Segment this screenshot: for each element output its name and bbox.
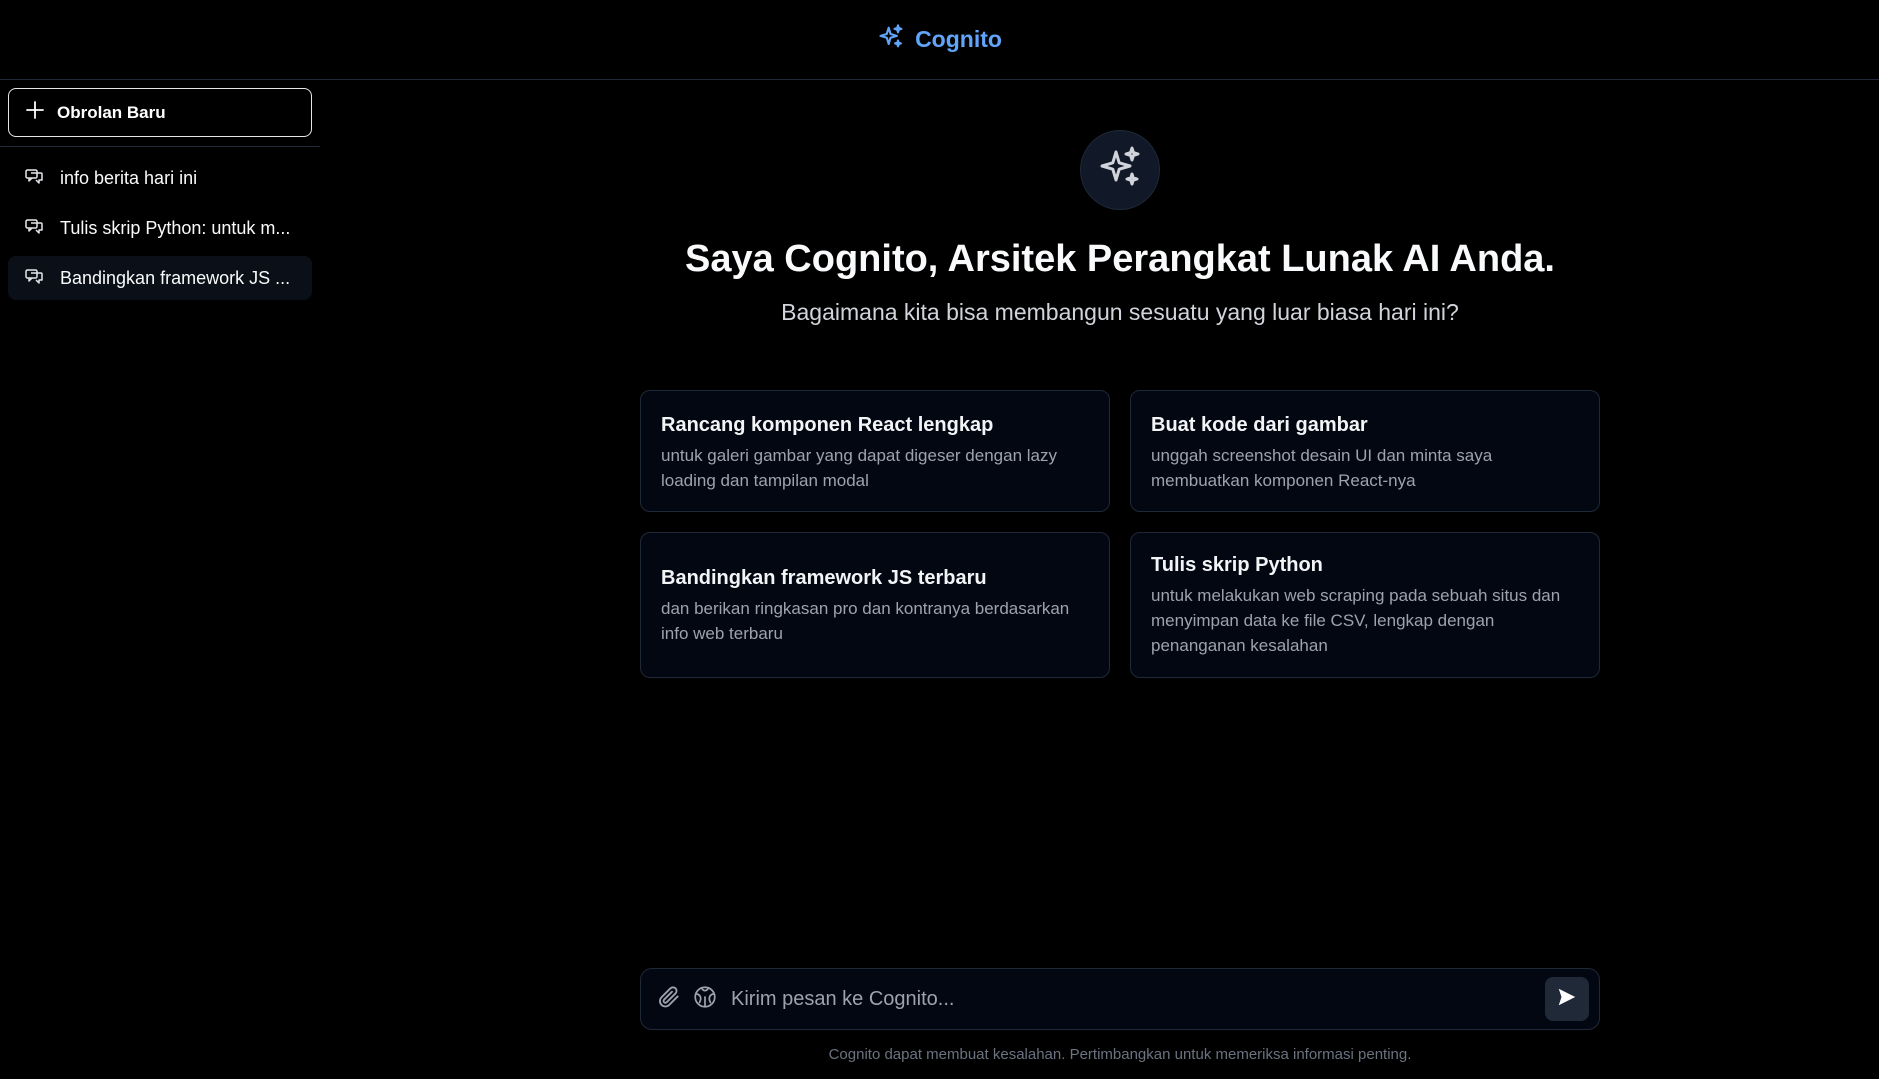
brand: Cognito — [877, 23, 1002, 56]
history-item-label: Bandingkan framework JS ... — [60, 267, 291, 288]
history-item-label: info berita hari ini — [60, 167, 198, 188]
new-chat-button[interactable]: Obrolan Baru — [8, 88, 312, 137]
suggestion-description: dan berikan ringkasan pro dan kontranya … — [661, 599, 1070, 643]
chat-bubbles-icon — [24, 266, 44, 291]
paperclip-icon — [656, 984, 682, 1015]
chat-bubbles-icon — [24, 216, 44, 241]
suggestion-card[interactable]: Buat kode dari gambar unggah screenshot … — [1130, 390, 1600, 512]
sidebar: Obrolan Baru info berita hari ini Tulis … — [0, 80, 320, 1079]
suggestion-description: unggah screenshot desain UI dan minta sa… — [1151, 446, 1493, 490]
message-composer — [640, 968, 1600, 1030]
sparkles-icon — [877, 23, 905, 56]
brand-name: Cognito — [915, 26, 1002, 52]
plus-icon — [25, 100, 45, 125]
suggestion-card[interactable]: Rancang komponen React lengkap untuk gal… — [640, 390, 1110, 512]
attach-button[interactable] — [651, 981, 687, 1017]
suggestion-card[interactable]: Tulis skrip Python untuk melakukan web s… — [1130, 532, 1600, 678]
suggestion-title: Tulis skrip Python — [1151, 554, 1323, 576]
suggestion-description: untuk melakukan web scraping pada sebuah… — [1151, 586, 1561, 655]
hero-avatar — [1080, 130, 1160, 210]
page-title: Saya Cognito, Arsitek Perangkat Lunak AI… — [685, 238, 1555, 280]
suggestion-description: untuk galeri gambar yang dapat digeser d… — [661, 446, 1057, 490]
new-chat-label: Obrolan Baru — [57, 102, 166, 122]
web-search-toggle[interactable] — [687, 981, 723, 1017]
page-subtitle: Bagaimana kita bisa membangun sesuatu ya… — [781, 299, 1459, 325]
chat-history-list: info berita hari ini Tulis skrip Python:… — [8, 156, 312, 306]
suggestion-title: Buat kode dari gambar — [1151, 414, 1368, 436]
message-input[interactable] — [729, 979, 1545, 1019]
chat-bubbles-icon — [24, 166, 44, 191]
suggestion-title: Bandingkan framework JS terbaru — [661, 567, 987, 589]
send-icon — [1556, 986, 1578, 1013]
suggestion-card[interactable]: Bandingkan framework JS terbaru dan beri… — [640, 532, 1110, 678]
history-item-label: Tulis skrip Python: untuk m... — [60, 217, 291, 238]
globe-icon — [692, 984, 718, 1015]
history-item-active[interactable]: Bandingkan framework JS ... — [8, 256, 312, 300]
history-item[interactable]: info berita hari ini — [8, 156, 312, 200]
suggestion-title: Rancang komponen React lengkap — [661, 414, 994, 436]
top-bar: Cognito — [0, 0, 1879, 80]
history-item[interactable]: Tulis skrip Python: untuk m... — [8, 206, 312, 250]
sparkles-icon — [1096, 144, 1144, 197]
disclaimer-text: Cognito dapat membuat kesalahan. Pertimb… — [828, 1046, 1412, 1063]
send-button[interactable] — [1545, 977, 1589, 1021]
sidebar-divider — [0, 146, 320, 147]
main-area: Saya Cognito, Arsitek Perangkat Lunak AI… — [320, 80, 1879, 1079]
